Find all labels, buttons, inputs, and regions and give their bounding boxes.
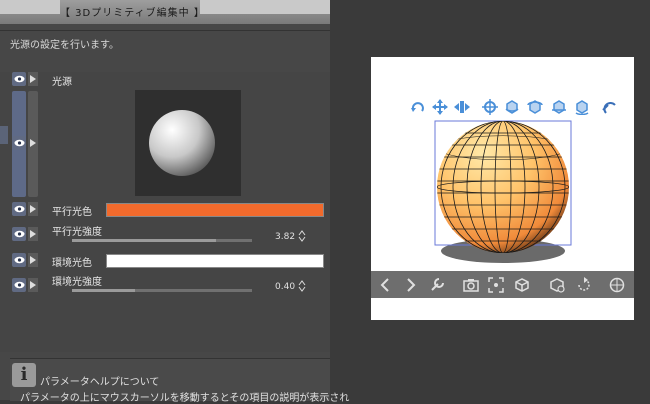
parallel-strength-fill: [72, 239, 216, 242]
light-section-label: 光源: [52, 77, 72, 88]
wrench-icon[interactable]: [429, 277, 445, 293]
expand-arrow-icon[interactable]: [28, 202, 38, 216]
panel-description: 光源の設定を行います。: [10, 40, 119, 51]
expand-arrow-icon[interactable]: [28, 227, 38, 241]
camera-rotate-icon[interactable]: [410, 99, 426, 115]
parallel-strength-value[interactable]: 3.82: [275, 232, 295, 242]
expand-arrow-icon[interactable]: [28, 278, 38, 292]
ambient-color-label: 環境光色: [52, 258, 92, 269]
eye-icon[interactable]: [12, 278, 26, 292]
object-rotate-z-icon[interactable]: [574, 99, 590, 115]
next-icon[interactable]: [403, 277, 419, 293]
object-icon[interactable]: [514, 277, 530, 293]
eye-icon[interactable]: [12, 136, 26, 150]
expand-arrow-icon[interactable]: [28, 136, 38, 150]
banner-title: 【 3Dプリミティブ編集中 】: [60, 8, 205, 19]
move-icon[interactable]: [482, 99, 498, 115]
eye-icon[interactable]: [12, 202, 26, 216]
ambient-strength-value[interactable]: 0.40: [275, 282, 295, 292]
snap-icon[interactable]: [601, 99, 617, 115]
preview-sphere: [149, 110, 215, 176]
object-rotate-icon[interactable]: [504, 99, 520, 115]
spin-arrows-icon[interactable]: [298, 230, 306, 242]
light-group-arrow-bar[interactable]: [28, 91, 38, 197]
help-title: パラメータヘルプについて: [40, 377, 160, 388]
help-text: パラメータの上にマウスカーソルを移動するとその項目の説明が表示され: [20, 393, 350, 404]
eye-icon[interactable]: [12, 72, 26, 86]
tool-property-panel: 【 3Dプリミティブ編集中 】 光源の設定を行います。 光源 平行光色 平行光強…: [0, 0, 349, 404]
ambient-strength-fill: [72, 289, 135, 292]
edit-mode-banner: 【 3Dプリミティブ編集中 】: [0, 0, 330, 24]
parallel-strength-label: 平行光強度: [52, 227, 102, 238]
reset-icon[interactable]: [576, 277, 592, 293]
canvas[interactable]: [371, 57, 634, 320]
floor-grid-icon[interactable]: [609, 277, 625, 293]
eye-icon[interactable]: [12, 253, 26, 267]
object-launcher-toolbar: [371, 271, 634, 298]
expand-arrow-icon[interactable]: [28, 72, 38, 86]
light-preview[interactable]: [135, 90, 241, 196]
info-icon: i: [12, 363, 36, 387]
spin-arrows-icon[interactable]: [298, 280, 306, 292]
object-rotate-x-icon[interactable]: [527, 99, 543, 115]
sphere-primitive[interactable]: [433, 119, 573, 269]
banner-decoration: [0, 0, 60, 14]
camera-zoom-icon[interactable]: [454, 99, 470, 115]
object-settings-icon[interactable]: [549, 277, 565, 293]
object-rotate-y-icon[interactable]: [551, 99, 567, 115]
fit-icon[interactable]: [488, 277, 504, 293]
eye-icon[interactable]: [12, 227, 26, 241]
divider: [0, 30, 330, 31]
light-group-bar[interactable]: [12, 91, 26, 197]
parameter-help: i パラメータヘルプについて パラメータの上にマウスカーソルを移動するとその項目…: [10, 358, 349, 404]
parallel-color-label: 平行光色: [52, 207, 92, 218]
camera-icon[interactable]: [463, 277, 479, 293]
prev-icon[interactable]: [377, 277, 393, 293]
parallel-color-field[interactable]: [106, 203, 324, 217]
ambient-color-field[interactable]: [106, 254, 324, 268]
scrollbar-thumb[interactable]: [0, 126, 8, 144]
ambient-strength-label: 環境光強度: [52, 277, 102, 288]
camera-pan-icon[interactable]: [432, 99, 448, 115]
expand-arrow-icon[interactable]: [28, 253, 38, 267]
